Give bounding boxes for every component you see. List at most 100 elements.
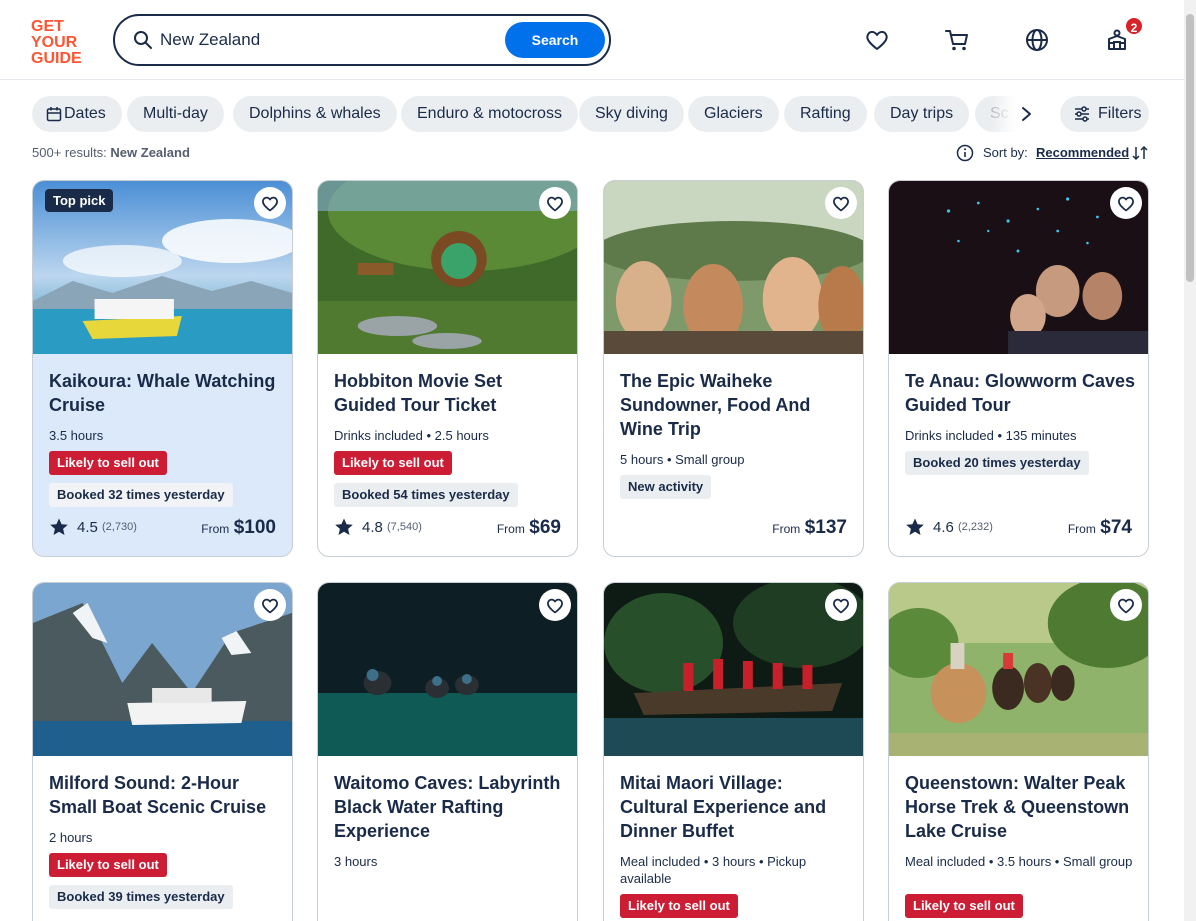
sort-arrows-icon[interactable] <box>1131 144 1149 162</box>
maori-waka-performance-image <box>604 583 863 756</box>
star-icon <box>49 517 69 537</box>
booked-count-tag: Booked 32 times yesterday <box>49 483 233 507</box>
likely-sell-out-tag: Likely to sell out <box>905 894 1023 918</box>
activity-title[interactable]: Queenstown: Walter Peak Horse Trek & Que… <box>905 771 1137 843</box>
activity-meta: Drinks included • 2.5 hours <box>334 428 489 443</box>
activity-title[interactable]: Waitomo Caves: Labyrinth Black Water Raf… <box>334 771 566 843</box>
wishlist-heart-button[interactable] <box>1110 589 1142 621</box>
activity-title[interactable]: Milford Sound: 2-Hour Small Boat Scenic … <box>49 771 281 819</box>
star-icon <box>905 517 925 537</box>
heart-icon <box>1117 597 1135 614</box>
review-count: (7,540) <box>387 521 422 533</box>
price-amount: $137 <box>804 517 847 538</box>
chip-day-trips[interactable]: Day trips <box>874 96 970 132</box>
booked-count-tag: Booked 54 times yesterday <box>334 483 518 507</box>
wishlist-heart-button[interactable] <box>825 589 857 621</box>
chip-truncated[interactable]: Sc <box>975 96 1015 132</box>
wishlist-heart-button[interactable] <box>825 187 857 219</box>
chip-label: Dolphins & whales <box>249 105 381 122</box>
sort-label: Sort by: <box>983 145 1028 160</box>
activity-card[interactable]: Mitai Maori Village: Cultural Experience… <box>603 582 864 921</box>
rating-value: 4.5 <box>77 519 98 536</box>
cart-icon[interactable] <box>944 27 970 53</box>
activity-title[interactable]: The Epic Waiheke Sundowner, Food And Win… <box>620 369 852 441</box>
activity-card[interactable]: Waitomo Caves: Labyrinth Black Water Raf… <box>317 582 578 921</box>
filters-button[interactable]: Filters <box>1060 96 1149 132</box>
heart-icon <box>832 597 850 614</box>
info-icon[interactable] <box>956 144 974 162</box>
filters-label: Filters <box>1098 105 1142 122</box>
price-from-label: From <box>1067 522 1096 536</box>
activity-title[interactable]: Hobbiton Movie Set Guided Tour Ticket <box>334 369 566 417</box>
search-input[interactable] <box>160 26 500 54</box>
top-pick-badge: Top pick <box>45 189 114 212</box>
wishlist-heart-icon[interactable] <box>864 27 890 53</box>
black-water-rafting-image <box>318 583 577 756</box>
chip-dates[interactable]: Dates <box>32 96 122 132</box>
activity-card[interactable]: The Epic Waiheke Sundowner, Food And Win… <box>603 180 864 557</box>
chip-sky-diving[interactable]: Sky diving <box>579 96 684 132</box>
chip-label: Sky diving <box>595 105 668 122</box>
activity-card[interactable]: Top pick Kaikoura: Whale Watching Cruise… <box>32 180 293 557</box>
activity-title[interactable]: Mitai Maori Village: Cultural Experience… <box>620 771 852 843</box>
likely-sell-out-tag: Likely to sell out <box>49 853 167 877</box>
price-amount: $100 <box>233 517 276 538</box>
booked-count-tag: Booked 20 times yesterday <box>905 451 1089 475</box>
chip-label: Day trips <box>890 105 954 122</box>
review-count: (2,730) <box>102 521 137 533</box>
activity-title[interactable]: Te Anau: Glowworm Caves Guided Tour <box>905 369 1137 417</box>
activity-card[interactable]: Te Anau: Glowworm Caves Guided Tour Drin… <box>888 180 1149 557</box>
glowworm-cave-image <box>889 181 1148 354</box>
getyourguide-logo[interactable]: GET YOUR GUIDE <box>31 17 91 67</box>
results-count: 500+ results: New Zealand <box>32 145 190 160</box>
hobbiton-hobbit-hole-image <box>318 181 577 354</box>
wishlist-heart-button[interactable] <box>254 187 286 219</box>
chip-enduro-motocross[interactable]: Enduro & motocross <box>401 96 578 132</box>
chip-label: Rafting <box>800 105 851 122</box>
rating-value: 4.6 <box>933 519 954 536</box>
chip-label: Enduro & motocross <box>417 105 562 122</box>
wishlist-heart-button[interactable] <box>539 187 571 219</box>
globe-icon[interactable] <box>1024 27 1050 53</box>
svg-text:GUIDE: GUIDE <box>31 50 82 65</box>
chip-multi-day[interactable]: Multi-day <box>127 96 224 132</box>
wishlist-heart-button[interactable] <box>1110 187 1142 219</box>
chip-glaciers[interactable]: Glaciers <box>688 96 779 132</box>
chip-label: Sc <box>990 105 1009 122</box>
activity-meta: 3 hours <box>334 854 378 869</box>
scrollbar-thumb[interactable] <box>1186 14 1194 282</box>
chip-dolphins-whales[interactable]: Dolphins & whales <box>233 96 397 132</box>
page-scrollbar[interactable] <box>1184 0 1196 921</box>
sort-value[interactable]: Recommended <box>1036 145 1129 160</box>
price-amount: $69 <box>529 517 561 538</box>
chevron-right-icon[interactable] <box>1017 103 1037 125</box>
wishlist-heart-button[interactable] <box>254 589 286 621</box>
activity-meta: 5 hours • Small group <box>620 452 745 467</box>
wishlist-heart-button[interactable] <box>539 589 571 621</box>
price: From $74 <box>1068 517 1132 539</box>
activity-card[interactable]: Queenstown: Walter Peak Horse Trek & Que… <box>888 582 1149 921</box>
activity-meta: 2 hours <box>49 830 93 845</box>
cart-count-badge: 2 <box>1124 16 1144 36</box>
activity-meta: 3.5 hours <box>49 428 104 443</box>
price-amount: $74 <box>1100 517 1132 538</box>
heart-icon <box>261 597 279 614</box>
activity-card[interactable]: Hobbiton Movie Set Guided Tour Ticket Dr… <box>317 180 578 557</box>
activity-card[interactable]: Milford Sound: 2-Hour Small Boat Scenic … <box>32 582 293 921</box>
booked-count-tag: Booked 39 times yesterday <box>49 885 233 909</box>
price: From $69 <box>497 517 561 539</box>
heart-icon <box>1117 195 1135 212</box>
chip-rafting[interactable]: Rafting <box>784 96 867 132</box>
svg-text:GET: GET <box>31 18 64 35</box>
price: From $137 <box>772 517 847 539</box>
likely-sell-out-tag: Likely to sell out <box>620 894 738 918</box>
search-button[interactable]: Search <box>505 22 605 58</box>
wine-toast-image <box>604 181 863 354</box>
heart-icon <box>832 195 850 212</box>
activity-title[interactable]: Kaikoura: Whale Watching Cruise <box>49 369 281 417</box>
chip-dates-label: Dates <box>64 105 106 122</box>
likely-sell-out-tag: Likely to sell out <box>49 451 167 475</box>
search-icon <box>134 31 152 49</box>
chip-label: Multi-day <box>143 105 208 122</box>
search-bar: Search <box>113 14 611 66</box>
